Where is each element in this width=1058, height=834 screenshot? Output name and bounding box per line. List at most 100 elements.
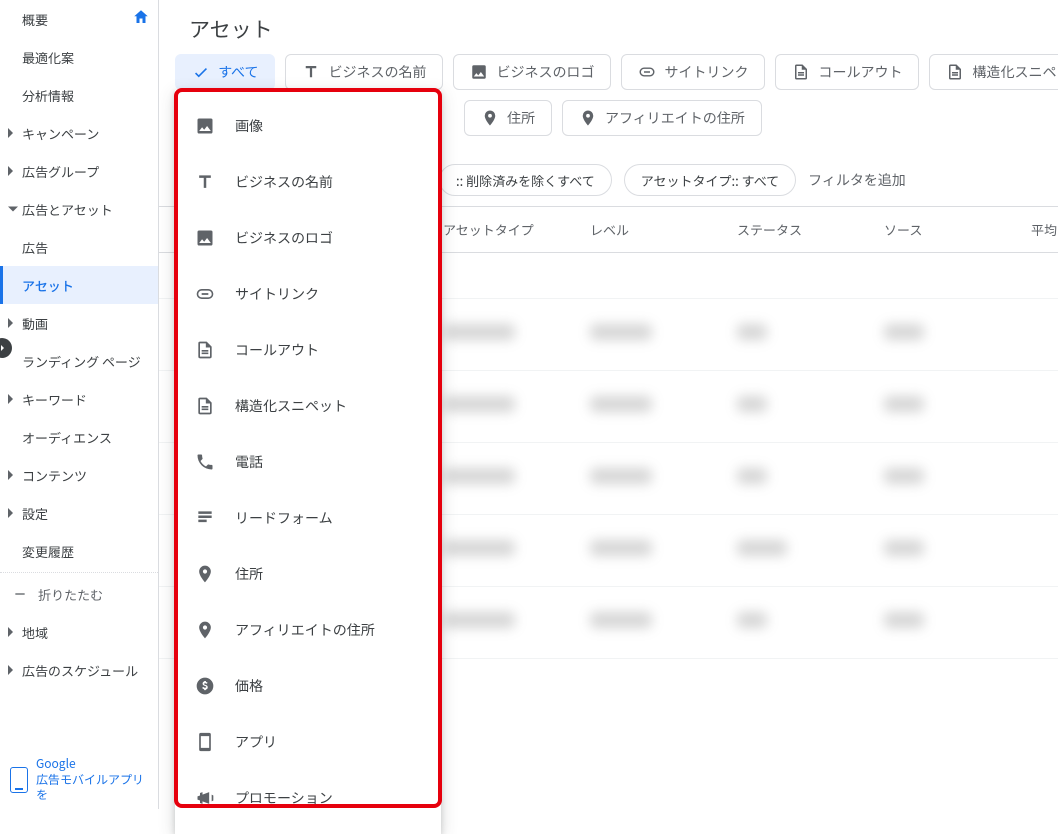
table-header-cell[interactable]: アセットタイプ bbox=[443, 220, 590, 239]
form-icon bbox=[195, 508, 215, 528]
chip-business-logo[interactable]: ビジネスのロゴ bbox=[453, 54, 611, 90]
sidebar-item-campaigns[interactable]: キャンペーン bbox=[0, 114, 158, 152]
sidebar-item-label: キーワード bbox=[22, 390, 87, 409]
app-icon bbox=[195, 732, 215, 752]
sidebar-item-label: 地域 bbox=[22, 623, 48, 642]
table-header-cell[interactable]: レベル bbox=[590, 220, 737, 239]
sidebar-item-video[interactable]: 動画 bbox=[0, 304, 158, 342]
sidebar-item-audiences[interactable]: オーディエンス bbox=[0, 418, 158, 456]
sidebar-item-ads-assets[interactable]: 広告とアセット bbox=[0, 190, 158, 228]
filter-assettype[interactable]: アセットタイプ:: すべて bbox=[624, 164, 796, 196]
image-icon bbox=[470, 63, 488, 81]
dd-item-label: アフィリエイトの住所 bbox=[235, 620, 375, 640]
sidebar-item-schedule[interactable]: 広告のスケジュール bbox=[0, 651, 158, 689]
sidebar-item-label: 設定 bbox=[22, 504, 48, 523]
pin-icon bbox=[195, 564, 215, 584]
dd-item-sitelink[interactable]: サイトリンク bbox=[175, 266, 441, 322]
filter-status[interactable]: :: 削除済みを除くすべて bbox=[439, 164, 612, 196]
dd-item-image[interactable]: 画像 bbox=[175, 98, 441, 154]
sidebar-item-label: 分析情報 bbox=[22, 86, 74, 105]
sidebar-divider bbox=[0, 572, 158, 573]
sidebar-item-adgroups[interactable]: 広告グループ bbox=[0, 152, 158, 190]
dd-item-label: 電話 bbox=[235, 452, 263, 472]
add-filter[interactable]: フィルタを追加 bbox=[808, 170, 906, 190]
phone-icon bbox=[10, 767, 28, 793]
dd-item-label: サイトリンク bbox=[235, 284, 319, 304]
mobile-promo-line1: Google bbox=[36, 756, 148, 772]
chip-sitelink[interactable]: サイトリンク bbox=[621, 54, 765, 90]
dd-item-phone[interactable]: 電話 bbox=[175, 434, 441, 490]
dd-item-price[interactable]: 価格 bbox=[175, 658, 441, 714]
mobile-promo-line2: 広告モバイルアプリを bbox=[36, 772, 148, 803]
table-header-cell[interactable]: ソース bbox=[884, 220, 1031, 239]
dd-item-app[interactable]: アプリ bbox=[175, 714, 441, 770]
sidebar: 概要 最適化案 分析情報 キャンペーン 広告グループ 広告とアセット 広告 アセ… bbox=[0, 0, 159, 809]
promo-icon bbox=[195, 788, 215, 808]
dd-item-business-name[interactable]: ビジネスの名前 bbox=[175, 154, 441, 210]
sidebar-item-keywords[interactable]: キーワード bbox=[0, 380, 158, 418]
dd-item-label: 画像 bbox=[235, 116, 263, 136]
sidebar-item-label: 変更履歴 bbox=[22, 542, 74, 561]
sidebar-item-label: 広告とアセット bbox=[22, 200, 113, 219]
image-icon bbox=[195, 116, 215, 136]
dd-item-label: 住所 bbox=[235, 564, 263, 584]
filter-label: アセットタイプ:: すべて bbox=[641, 171, 779, 190]
sidebar-item-label: 広告のスケジュール bbox=[22, 661, 138, 680]
text-icon bbox=[195, 172, 215, 192]
sidebar-item-recommendations[interactable]: 最適化案 bbox=[0, 38, 158, 76]
dd-item-promotion[interactable]: プロモーション bbox=[175, 770, 441, 826]
dd-item-label: ビジネスの名前 bbox=[235, 172, 333, 192]
chip-business-name[interactable]: ビジネスの名前 bbox=[285, 54, 443, 90]
sidebar-item-contents[interactable]: コンテンツ bbox=[0, 456, 158, 494]
chip-affiliate-location[interactable]: アフィリエイトの住所 bbox=[562, 100, 762, 136]
sidebar-item-ads[interactable]: 広告 bbox=[0, 228, 158, 266]
asset-type-chips-row-1: すべて ビジネスの名前 ビジネスのロゴ サイトリンク コールアウト 構造化スニペ… bbox=[159, 50, 1058, 94]
sidebar-item-landing[interactable]: ランディング ページ bbox=[0, 342, 158, 380]
sidebar-item-label: キャンペーン bbox=[22, 124, 99, 143]
chip-all[interactable]: すべて bbox=[175, 54, 275, 90]
sidebar-item-label: 広告 bbox=[22, 238, 48, 257]
dd-item-label: アプリ bbox=[235, 732, 277, 752]
snippet-icon bbox=[195, 340, 215, 360]
mobile-app-promo[interactable]: Google 広告モバイルアプリを bbox=[0, 750, 158, 809]
dd-item-label: リードフォーム bbox=[235, 508, 333, 528]
dd-item-leadform[interactable]: リードフォーム bbox=[175, 490, 441, 546]
sidebar-item-label: 広告グループ bbox=[22, 162, 99, 181]
sidebar-item-assets[interactable]: アセット bbox=[0, 266, 158, 304]
dd-item-callout[interactable]: コールアウト bbox=[175, 322, 441, 378]
collapse-icon bbox=[12, 586, 28, 602]
text-icon bbox=[302, 63, 320, 81]
chip-label: サイトリンク bbox=[664, 62, 748, 82]
filter-label: :: 削除済みを除くすべて bbox=[456, 171, 595, 190]
dd-item-affiliate-location[interactable]: アフィリエイトの住所 bbox=[175, 602, 441, 658]
link-icon bbox=[195, 284, 215, 304]
sidebar-item-label: オーディエンス bbox=[22, 428, 112, 447]
dd-item-structured-snippet[interactable]: 構造化スニペット bbox=[175, 378, 441, 434]
sidebar-item-label: 最適化案 bbox=[22, 48, 74, 67]
dd-item-location[interactable]: 住所 bbox=[175, 546, 441, 602]
dd-item-label: コールアウト bbox=[235, 340, 319, 360]
chip-location[interactable]: 住所 bbox=[464, 100, 552, 136]
asset-type-dropdown: 画像 ビジネスの名前 ビジネスのロゴ サイトリンク コールアウト 構造化スニペッ… bbox=[175, 90, 441, 834]
sidebar-item-insights[interactable]: 分析情報 bbox=[0, 76, 158, 114]
sidebar-item-changehistory[interactable]: 変更履歴 bbox=[0, 532, 158, 570]
chip-label: ビジネスの名前 bbox=[328, 62, 426, 82]
link-icon bbox=[638, 63, 656, 81]
sidebar-item-label: アセット bbox=[22, 276, 74, 295]
dd-item-label: ビジネスのロゴ bbox=[235, 228, 333, 248]
page-title: アセット bbox=[159, 0, 1058, 50]
sidebar-item-settings[interactable]: 設定 bbox=[0, 494, 158, 532]
chip-callout[interactable]: コールアウト bbox=[775, 54, 919, 90]
sidebar-item-overview[interactable]: 概要 bbox=[0, 0, 158, 38]
pin-icon bbox=[579, 109, 597, 127]
sidebar-collapse[interactable]: 折りたたむ bbox=[0, 575, 158, 613]
chip-structured-snippet[interactable]: 構造化スニペット bbox=[929, 54, 1058, 90]
sidebar-item-label: 概要 bbox=[22, 10, 48, 29]
sidebar-item-label: コンテンツ bbox=[22, 466, 87, 485]
check-icon bbox=[192, 63, 210, 81]
sidebar-item-locations[interactable]: 地域 bbox=[0, 613, 158, 651]
table-header-cell[interactable]: 平均 bbox=[1031, 220, 1058, 239]
chip-label: 構造化スニペット bbox=[972, 62, 1058, 82]
dd-item-business-logo[interactable]: ビジネスのロゴ bbox=[175, 210, 441, 266]
table-header-cell[interactable]: ステータス bbox=[737, 220, 884, 239]
